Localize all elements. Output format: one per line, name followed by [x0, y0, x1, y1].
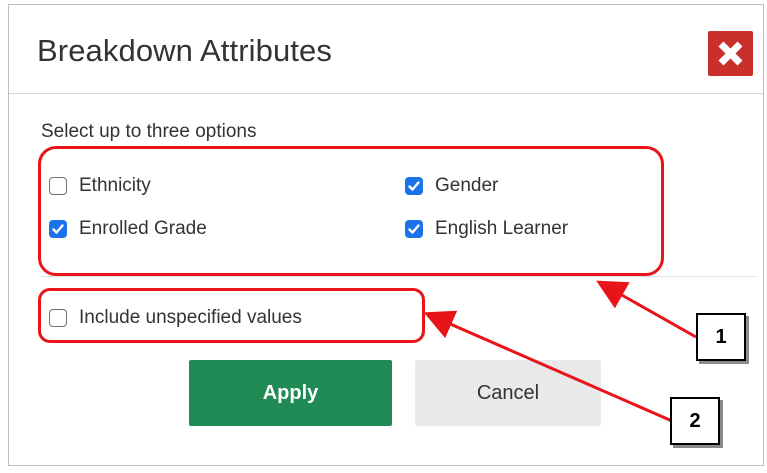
dialog-title: Breakdown Attributes: [37, 33, 332, 68]
screenshot-stage: Breakdown Attributes Select up to three …: [0, 0, 767, 473]
cancel-button[interactable]: Cancel: [415, 360, 601, 426]
english-learner-checkbox[interactable]: [405, 220, 423, 238]
option-enrolled-grade-label: Enrolled Grade: [79, 218, 207, 239]
option-gender[interactable]: Gender: [405, 175, 498, 197]
ethnicity-checkbox[interactable]: [49, 177, 67, 195]
option-include-unspecified[interactable]: Include unspecified values: [49, 307, 302, 329]
option-ethnicity-label: Ethnicity: [79, 175, 151, 196]
option-english-learner-label: English Learner: [435, 218, 569, 239]
option-ethnicity[interactable]: Ethnicity: [49, 175, 151, 197]
close-button[interactable]: [708, 31, 753, 76]
option-gender-label: Gender: [435, 175, 499, 196]
dialog-header: Breakdown Attributes: [9, 5, 763, 94]
breakdown-attributes-dialog: Breakdown Attributes Select up to three …: [8, 4, 764, 466]
options-divider: [41, 276, 757, 277]
option-enrolled-grade[interactable]: Enrolled Grade: [49, 218, 207, 240]
gender-checkbox[interactable]: [405, 177, 423, 195]
checkmark-icon: [408, 224, 420, 234]
enrolled-grade-checkbox[interactable]: [49, 220, 67, 238]
include-unspecified-label: Include unspecified values: [79, 307, 302, 328]
close-x-icon: [718, 41, 743, 66]
option-english-learner[interactable]: English Learner: [405, 218, 568, 240]
apply-button[interactable]: Apply: [189, 360, 392, 426]
checkmark-icon: [408, 181, 420, 191]
include-unspecified-checkbox[interactable]: [49, 309, 67, 327]
callout-2: 2: [670, 397, 720, 445]
callout-1: 1: [696, 313, 746, 361]
instructions-text: Select up to three options: [41, 121, 257, 142]
checkmark-icon: [52, 224, 64, 234]
options-highlight-box: [38, 146, 664, 276]
